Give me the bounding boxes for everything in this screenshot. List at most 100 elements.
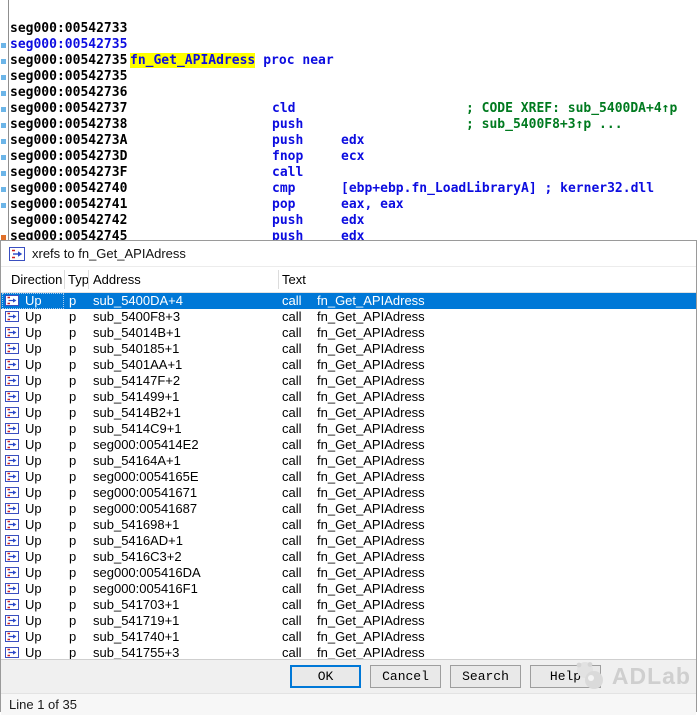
xref-type: p [69, 533, 76, 549]
xref-row[interactable]: Up p sub_541719+1 call fn_Get_APIAdress [1, 613, 696, 629]
asm-line[interactable]: seg000:00542735 fn_Get_APIAdressproc nea… [0, 5, 697, 21]
xref-row[interactable]: Up p seg000:00541687 call fn_Get_APIAdre… [1, 501, 696, 517]
xref-row[interactable]: Up p sub_541698+1 call fn_Get_APIAdress [1, 517, 696, 533]
xref-call-mnemonic: call [282, 485, 302, 501]
adlab-watermark-text: ADLab [612, 663, 691, 690]
asm-line[interactable]: seg000:00542742 call [ebp+ebp.fn_GetProc… [0, 181, 697, 197]
ok-button[interactable]: OK [290, 665, 361, 688]
xref-direction: Up [25, 565, 42, 581]
asm-line[interactable]: seg000:00542745 retn [0, 197, 697, 213]
column-divider[interactable] [88, 270, 89, 289]
xref-row[interactable]: Up p sub_5400DA+4 call fn_Get_APIAdress [1, 293, 696, 309]
xref-address: sub_5400DA+4 [93, 293, 183, 309]
xref-type: p [69, 373, 76, 389]
xref-row[interactable]: Up p sub_5414B2+1 call fn_Get_APIAdress [1, 405, 696, 421]
asm-line[interactable]: seg000:0054273F pop edx [0, 133, 697, 149]
xref-row[interactable]: Up p sub_541740+1 call fn_Get_APIAdress [1, 629, 696, 645]
asm-line[interactable]: seg000:00542745 fn_Get_APIAdressendp [0, 213, 697, 229]
xref-direction: Up [25, 549, 42, 565]
xref-row-icon [5, 327, 19, 338]
xref-target: fn_Get_APIAdress [317, 613, 425, 629]
xref-target: fn_Get_APIAdress [317, 597, 425, 613]
xref-row[interactable]: Up p sub_54147F+2 call fn_Get_APIAdress [1, 373, 696, 389]
code-flow-dot-icon [1, 91, 6, 96]
column-divider[interactable] [64, 270, 65, 289]
dialog-title: xrefs to fn_Get_APIAdress [32, 246, 186, 261]
xref-row[interactable]: Up p sub_541499+1 call fn_Get_APIAdress [1, 389, 696, 405]
xref-direction: Up [25, 469, 42, 485]
column-divider[interactable] [278, 270, 279, 289]
xref-direction: Up [25, 501, 42, 517]
asm-line[interactable]: seg000:00542738 fnop [0, 85, 697, 101]
xref-type: p [69, 565, 76, 581]
xref-address: sub_5416C3+2 [93, 549, 182, 565]
xref-row[interactable]: Up p sub_5401AA+1 call fn_Get_APIAdress [1, 357, 696, 373]
xref-call-mnemonic: call [282, 517, 302, 533]
asm-line[interactable]: seg000:00542737 push ecx [0, 69, 697, 85]
code-flow-dot-icon [1, 107, 6, 112]
xref-row[interactable]: Up p sub_5416AD+1 call fn_Get_APIAdress [1, 533, 696, 549]
code-flow-dot-icon [1, 123, 6, 128]
xref-row-icon [5, 647, 19, 658]
status-line-text: Line 1 of 35 [9, 697, 77, 712]
xref-direction: Up [25, 341, 42, 357]
xref-row[interactable]: Up p sub_5400F8+3 call fn_Get_APIAdress [1, 309, 696, 325]
xref-row[interactable]: Up p sub_541755+3 call fn_Get_APIAdress [1, 645, 696, 659]
xref-target: fn_Get_APIAdress [317, 325, 425, 341]
xref-row[interactable]: Up p seg000:0054165E call fn_Get_APIAdre… [1, 469, 696, 485]
xref-target: fn_Get_APIAdress [317, 453, 425, 469]
xref-direction: Up [25, 517, 42, 533]
cancel-button[interactable]: Cancel [370, 665, 441, 688]
xref-target: fn_Get_APIAdress [317, 405, 425, 421]
xref-address: sub_54164A+1 [93, 453, 181, 469]
xref-target: fn_Get_APIAdress [317, 549, 425, 565]
xref-row[interactable]: Up p seg000:005414E2 call fn_Get_APIAdre… [1, 437, 696, 453]
xref-direction: Up [25, 437, 42, 453]
xref-direction: Up [25, 309, 42, 325]
xref-address: sub_5414B2+1 [93, 405, 181, 421]
xref-row-icon [5, 343, 19, 354]
xref-direction: Up [25, 325, 42, 341]
xref-address: sub_54014B+1 [93, 325, 181, 341]
xref-row[interactable]: Up p seg000:00541671 call fn_Get_APIAdre… [1, 485, 696, 501]
asm-line[interactable]: seg000:00542735 cld [0, 37, 697, 53]
column-header-direction[interactable]: Direction [11, 267, 62, 292]
asm-lines: seg000:00542733 seg000:00542735 fn_Get_A… [0, 0, 697, 240]
xref-row[interactable]: Up p sub_5414C9+1 call fn_Get_APIAdress [1, 421, 696, 437]
disassembly-panel: seg000:00542733 seg000:00542735 fn_Get_A… [0, 0, 697, 240]
xref-row[interactable]: Up p sub_54164A+1 call fn_Get_APIAdress [1, 453, 696, 469]
xref-address: seg000:0054165E [93, 469, 199, 485]
xref-list: Up p sub_5400DA+4 call fn_Get_APIAdress … [1, 293, 696, 659]
xref-row[interactable]: Up p sub_540185+1 call fn_Get_APIAdress [1, 341, 696, 357]
column-header-type[interactable]: Typ [68, 267, 89, 292]
code-flow-dot-icon [1, 171, 6, 176]
dialog-titlebar[interactable]: xrefs to fn_Get_APIAdress [1, 241, 696, 266]
asm-line[interactable]: seg000:00542740 push edx [0, 149, 697, 165]
xref-direction: Up [25, 405, 42, 421]
xref-row[interactable]: Up p sub_541703+1 call fn_Get_APIAdress [1, 597, 696, 613]
asm-line[interactable]: seg000:00542741 push eax [0, 165, 697, 181]
column-header-address[interactable]: Address [93, 267, 141, 292]
xref-type: p [69, 293, 76, 309]
xref-address: seg000:005416DA [93, 565, 201, 581]
margin-divider [8, 0, 9, 240]
search-button[interactable]: Search [450, 665, 521, 688]
xref-row[interactable]: Up p seg000:005416DA call fn_Get_APIAdre… [1, 565, 696, 581]
xref-target: fn_Get_APIAdress [317, 309, 425, 325]
asm-line[interactable]: seg000:00542745 [0, 229, 697, 240]
xref-row[interactable]: Up p sub_5416C3+2 call fn_Get_APIAdress [1, 549, 696, 565]
xref-address: sub_541499+1 [93, 389, 179, 405]
xref-call-mnemonic: call [282, 613, 302, 629]
asm-line[interactable]: seg000:00542735 ; sub_5400F8+3↑p ... [0, 21, 697, 37]
asm-line[interactable]: seg000:0054273A call [ebp+ebp.fn_LoadLib… [0, 101, 697, 117]
xref-row[interactable]: Up p seg000:005416F1 call fn_Get_APIAdre… [1, 581, 696, 597]
asm-line[interactable]: seg000:0054273D cmp eax, eax [0, 117, 697, 133]
xref-dialog-icon [9, 247, 25, 261]
xref-target: fn_Get_APIAdress [317, 517, 425, 533]
xref-type: p [69, 645, 76, 659]
code-flow-dot-icon [1, 59, 6, 64]
asm-line[interactable]: seg000:00542736 push edx [0, 53, 697, 69]
xref-row[interactable]: Up p sub_54014B+1 call fn_Get_APIAdress [1, 325, 696, 341]
column-header-text[interactable]: Text [282, 267, 306, 292]
xref-call-mnemonic: call [282, 325, 302, 341]
